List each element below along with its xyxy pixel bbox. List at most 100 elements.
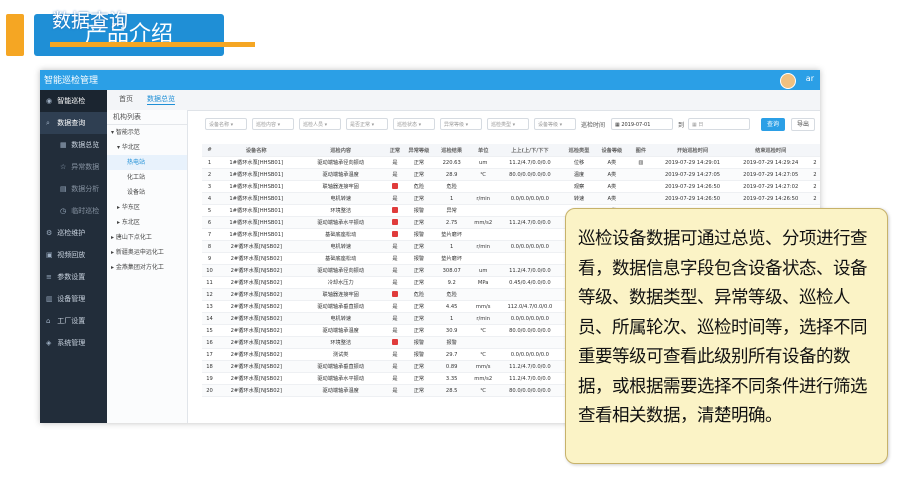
severity-cell: 正常 bbox=[403, 372, 435, 385]
filter-select[interactable]: 巡检状态 ▾ bbox=[393, 118, 435, 130]
filter-select[interactable]: 巡检类型 ▾ bbox=[487, 118, 529, 130]
table-cell bbox=[497, 204, 563, 217]
sidebar-item[interactable]: ◈ 系统管理 bbox=[40, 332, 107, 354]
table-cell: 1 bbox=[434, 192, 470, 205]
table-cell: 电机转速 bbox=[295, 192, 387, 205]
table-header-cell: 巡检类型 bbox=[562, 144, 596, 157]
table-cell: 环境整洁 bbox=[295, 204, 387, 217]
table-row[interactable]: 4 1#循环水泵[HHSB01] 电机转速是正常 1 r/min 0.0/0.0/0.0/… bbox=[202, 192, 820, 205]
table-cell: 是 bbox=[386, 192, 404, 205]
table-cell: 10 bbox=[202, 264, 218, 277]
table-cell: 2#循环水泵[NJSB02] bbox=[217, 276, 296, 289]
table-cell: 2019-07-29 14:29:24 bbox=[731, 156, 810, 169]
table-header-cell: 设备等级 bbox=[595, 144, 629, 157]
severity-cell: 正常 bbox=[403, 324, 435, 337]
table-cell: 2#循环水泵[NJSB02] bbox=[217, 240, 296, 253]
sidebar-item[interactable]: ▤ 数据分析 bbox=[40, 178, 107, 200]
table-row[interactable]: 2 1#循环水泵[HHSB01] 驱动端轴承温度是正常 28.9 ℃ 80.0/0.0/0… bbox=[202, 168, 820, 181]
table-cell: 0.0/0.0/0.0/0.0 bbox=[497, 240, 563, 253]
org-tree-item[interactable]: ▸ 华东区 bbox=[107, 200, 187, 215]
filter-select[interactable]: 异常等级 ▾ bbox=[440, 118, 482, 130]
start-date-input[interactable]: ▦ 2019-07-01 bbox=[611, 118, 673, 130]
table-cell: 转速 bbox=[562, 192, 596, 205]
org-tree-item[interactable]: 热电站 bbox=[107, 155, 187, 170]
org-tree-item[interactable]: ▾ 智能示范 bbox=[107, 125, 187, 140]
org-tree-item[interactable]: ▾ 华北区 bbox=[107, 140, 187, 155]
tab-data-overview[interactable]: 数据总览 bbox=[147, 94, 175, 105]
table-cell: 是 bbox=[386, 384, 404, 397]
table-cell: mm/s2 bbox=[469, 216, 498, 229]
table-row[interactable]: 3 1#循环水泵[HHSB01] 联轴器连接牢固 危险 危险 观察 A类 2019-07-29… bbox=[202, 180, 820, 193]
user-name[interactable]: ar bbox=[806, 74, 814, 83]
table-cell: 11 bbox=[202, 276, 218, 289]
video-icon: ▣ bbox=[46, 251, 53, 259]
sidebar-item[interactable]: ⌕ 数据查询 bbox=[40, 112, 107, 134]
filter-select[interactable]: 巡检内容 ▾ bbox=[252, 118, 294, 130]
org-tree-item[interactable]: ▸ 新疆奥运申远化工 bbox=[107, 245, 187, 260]
app-name: 智能巡检管理 bbox=[44, 76, 99, 86]
severity-cell: 正常 bbox=[403, 168, 435, 181]
filter-select[interactable]: 巡检人员 ▾ bbox=[299, 118, 341, 130]
sidebar-item[interactable]: ◉ 智能巡检 bbox=[40, 90, 107, 112]
table-header-cell: 上上(上/下/下下 bbox=[497, 144, 563, 157]
org-tree-item[interactable]: ▸ 金燕集团对方化工 bbox=[107, 260, 187, 275]
table-cell: A类 bbox=[595, 192, 629, 205]
table-cell: 80.0/0.0/0.0/0.0 bbox=[497, 384, 563, 397]
table-cell: 19 bbox=[202, 372, 218, 385]
severity-cell: 正常 bbox=[403, 240, 435, 253]
end-date-input[interactable]: ▦ 日 bbox=[688, 118, 750, 130]
table-header-cell: 巡检内容 bbox=[295, 144, 387, 157]
table-cell: 11.2/4.7/0.0/0.0 bbox=[497, 372, 563, 385]
table-cell: mm/s bbox=[469, 360, 498, 373]
org-tree-item[interactable]: 化工站 bbox=[107, 170, 187, 185]
table-cell bbox=[469, 180, 498, 193]
star-icon: ☆ bbox=[60, 163, 67, 171]
table-cell: 3 bbox=[202, 180, 218, 193]
sidebar-item[interactable]: ◷ 临时巡检 bbox=[40, 200, 107, 222]
org-tree-item[interactable]: ▸ 唐山下点化工 bbox=[107, 230, 187, 245]
table-cell: 4 bbox=[202, 192, 218, 205]
sidebar-item-label: 视频回放 bbox=[55, 251, 86, 259]
sidebar-item[interactable]: ⚙ 巡检维护 bbox=[40, 222, 107, 244]
table-cell bbox=[497, 228, 563, 241]
chart-icon[interactable]: ▥ bbox=[628, 156, 654, 169]
sidebar-item[interactable]: ≡ 参数设置 bbox=[40, 266, 107, 288]
table-cell: A类 bbox=[595, 168, 629, 181]
sidebar-item-label: 参数设置 bbox=[55, 273, 86, 281]
table-cell: 报警 bbox=[434, 336, 470, 349]
table-cell: 危险 bbox=[434, 180, 470, 193]
filter-select[interactable]: 设备名称 ▾ bbox=[205, 118, 247, 130]
user-avatar[interactable] bbox=[780, 73, 796, 89]
org-tree-item[interactable]: ▸ 东北区 bbox=[107, 215, 187, 230]
table-cell: 1 bbox=[434, 312, 470, 325]
table-cell bbox=[497, 252, 563, 265]
table-cell: ℃ bbox=[469, 384, 498, 397]
table-cell: 4.45 bbox=[434, 300, 470, 313]
query-button[interactable]: 查询 bbox=[761, 118, 785, 131]
filter-select[interactable]: 设备等级 ▾ bbox=[534, 118, 576, 130]
grid-icon: ▦ bbox=[60, 141, 67, 149]
sidebar: ◉ 智能巡检 ⌕ 数据查询 ▦ 数据总览 ☆ 异常数据 ▤ 数据分析 ◷ 临时巡检 ⚙ 巡检… bbox=[40, 90, 107, 423]
sidebar-item[interactable]: ▥ 设备管理 bbox=[40, 288, 107, 310]
user-circle-icon: ◉ bbox=[46, 97, 53, 105]
export-button[interactable]: 导出 bbox=[791, 118, 815, 131]
table-cell: 2#循环水泵[NJSB02] bbox=[217, 264, 296, 277]
table-cell: 是 bbox=[386, 156, 404, 169]
table-cell: 18 bbox=[202, 360, 218, 373]
table-cell: 220.63 bbox=[434, 156, 470, 169]
filter-select[interactable]: 是否正常 ▾ bbox=[346, 118, 388, 130]
table-cell: 2019-07-29 14:26:50 bbox=[731, 192, 810, 205]
org-tree-item[interactable]: 设备站 bbox=[107, 185, 187, 200]
severity-cell: 正常 bbox=[403, 276, 435, 289]
table-cell: 8 bbox=[202, 240, 218, 253]
table-row[interactable]: 1 1#循环水泵[HHSB01] 驱动端轴承径向振动是正常 220.63 um 11.2/… bbox=[202, 156, 820, 169]
table-header-cell: 巡检结果 bbox=[434, 144, 470, 157]
table-cell: 16 bbox=[202, 336, 218, 349]
sidebar-item[interactable]: ▣ 视频回放 bbox=[40, 244, 107, 266]
sidebar-item[interactable]: ▦ 数据总览 bbox=[40, 134, 107, 156]
table-cell bbox=[497, 180, 563, 193]
sidebar-item[interactable]: ⌂ 工厂设置 bbox=[40, 310, 107, 332]
sidebar-item[interactable]: ☆ 异常数据 bbox=[40, 156, 107, 178]
tab-home[interactable]: 首页 bbox=[119, 94, 133, 104]
severity-cell: 报警 bbox=[403, 228, 435, 241]
